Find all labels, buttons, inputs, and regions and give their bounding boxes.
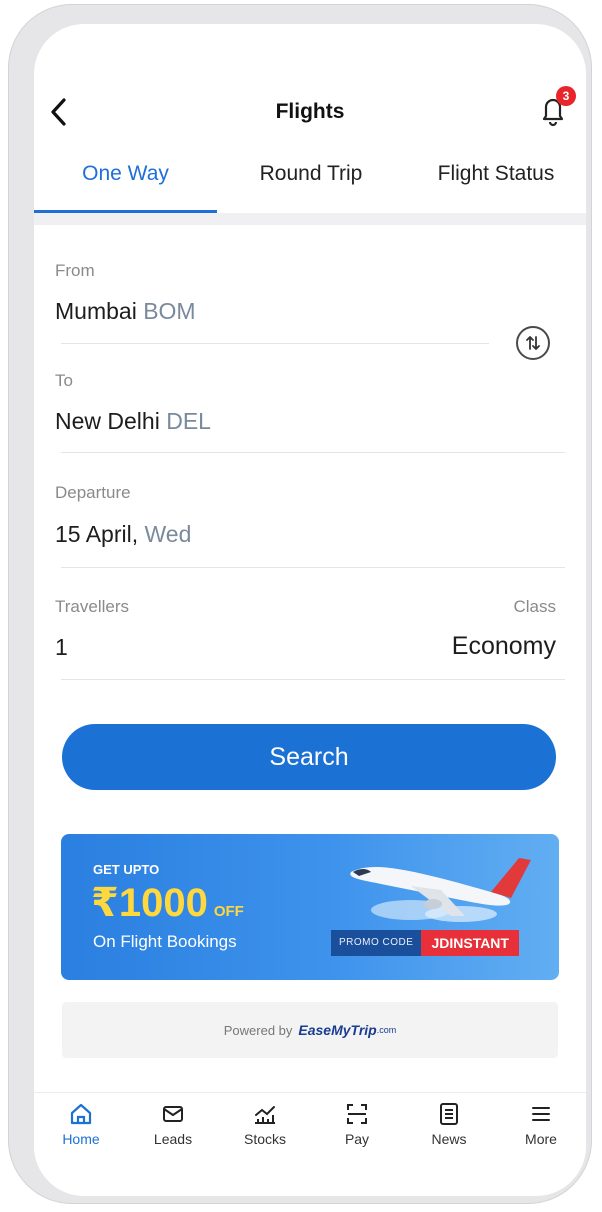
from-code: BOM: [143, 298, 196, 324]
nav-leads-label: Leads: [153, 1131, 193, 1147]
travellers-label: Travellers: [55, 597, 129, 616]
banner-line3: On Flight Bookings: [93, 932, 237, 951]
from-field[interactable]: Mumbai BOM: [55, 298, 196, 325]
promo-code-badge: PROMO CODE JDINSTANT: [331, 930, 519, 956]
class-label: Class: [513, 597, 556, 616]
banner-off: OFF: [213, 903, 244, 920]
from-city: Mumbai: [55, 298, 137, 324]
banner-amount: ₹1000: [91, 881, 208, 925]
to-city: New Delhi: [55, 408, 160, 434]
scan-icon: [347, 1104, 367, 1124]
departure-field[interactable]: 15 April, Wed: [55, 521, 191, 548]
menu-icon: [532, 1107, 550, 1121]
from-label: From: [55, 261, 95, 280]
tabs-divider: [34, 213, 586, 225]
mail-icon: [163, 1106, 183, 1122]
swap-cities-button[interactable]: [516, 326, 550, 360]
departure-label: Departure: [55, 483, 131, 502]
nav-news-label: News: [431, 1131, 467, 1147]
nav-pay-label: Pay: [344, 1131, 370, 1147]
tab-one-way[interactable]: One Way: [34, 162, 217, 186]
departure-divider: [61, 567, 565, 568]
search-button[interactable]: Search: [62, 724, 556, 790]
tab-flight-status[interactable]: Flight Status: [406, 162, 586, 186]
nav-stocks[interactable]: Stocks: [230, 1101, 300, 1147]
departure-date: 15 April,: [55, 521, 139, 547]
to-divider: [61, 452, 565, 453]
banner-line1: GET UPTO: [93, 862, 160, 877]
swap-arrows-icon: [526, 336, 540, 350]
promo-banner[interactable]: GET UPTO ₹1000 OFF On Flight Bookings PR…: [61, 834, 559, 980]
nav-home[interactable]: Home: [46, 1101, 116, 1147]
nav-stocks-label: Stocks: [243, 1131, 286, 1147]
nav-more-label: More: [525, 1131, 557, 1147]
promo-code-value: JDINSTANT: [421, 930, 519, 956]
tab-round-trip[interactable]: Round Trip: [224, 162, 398, 186]
to-code: DEL: [166, 408, 211, 434]
news-icon: [440, 1103, 458, 1125]
nav-news[interactable]: News: [414, 1101, 484, 1147]
app-screen: Flights 3 One Way Round Trip Flight Stat…: [34, 24, 586, 1196]
nav-home-label: Home: [62, 1131, 100, 1147]
class-field[interactable]: Economy: [452, 632, 556, 661]
from-divider: [61, 343, 489, 344]
nav-pay[interactable]: Pay: [322, 1101, 392, 1147]
bottom-navigation: Home Leads Stocks Pay News More: [34, 1092, 586, 1177]
travellers-divider: [61, 679, 565, 680]
stocks-icon: [255, 1106, 275, 1124]
nav-more[interactable]: More: [506, 1101, 576, 1147]
airplane-illustration: [350, 858, 531, 922]
home-icon: [70, 1103, 92, 1125]
departure-day: Wed: [144, 521, 192, 547]
powered-by-text: Powered by: [223, 1022, 293, 1038]
easemytrip-logo: EaseMyTrip: [298, 1022, 377, 1038]
to-label: To: [55, 371, 73, 390]
easemytrip-logo-suffix: .com: [376, 1025, 397, 1035]
powered-by-strip: Powered by EaseMyTrip .com: [62, 1002, 558, 1058]
to-field[interactable]: New Delhi DEL: [55, 408, 211, 435]
notification-badge: 3: [556, 86, 576, 106]
travellers-field[interactable]: 1: [55, 634, 68, 661]
promo-code-label: PROMO CODE: [331, 930, 422, 956]
banner-amount-row: ₹1000 OFF: [91, 880, 244, 926]
trip-type-tabs: One Way Round Trip Flight Status: [34, 144, 586, 214]
nav-leads[interactable]: Leads: [138, 1101, 208, 1147]
page-title: Flights: [275, 100, 345, 123]
